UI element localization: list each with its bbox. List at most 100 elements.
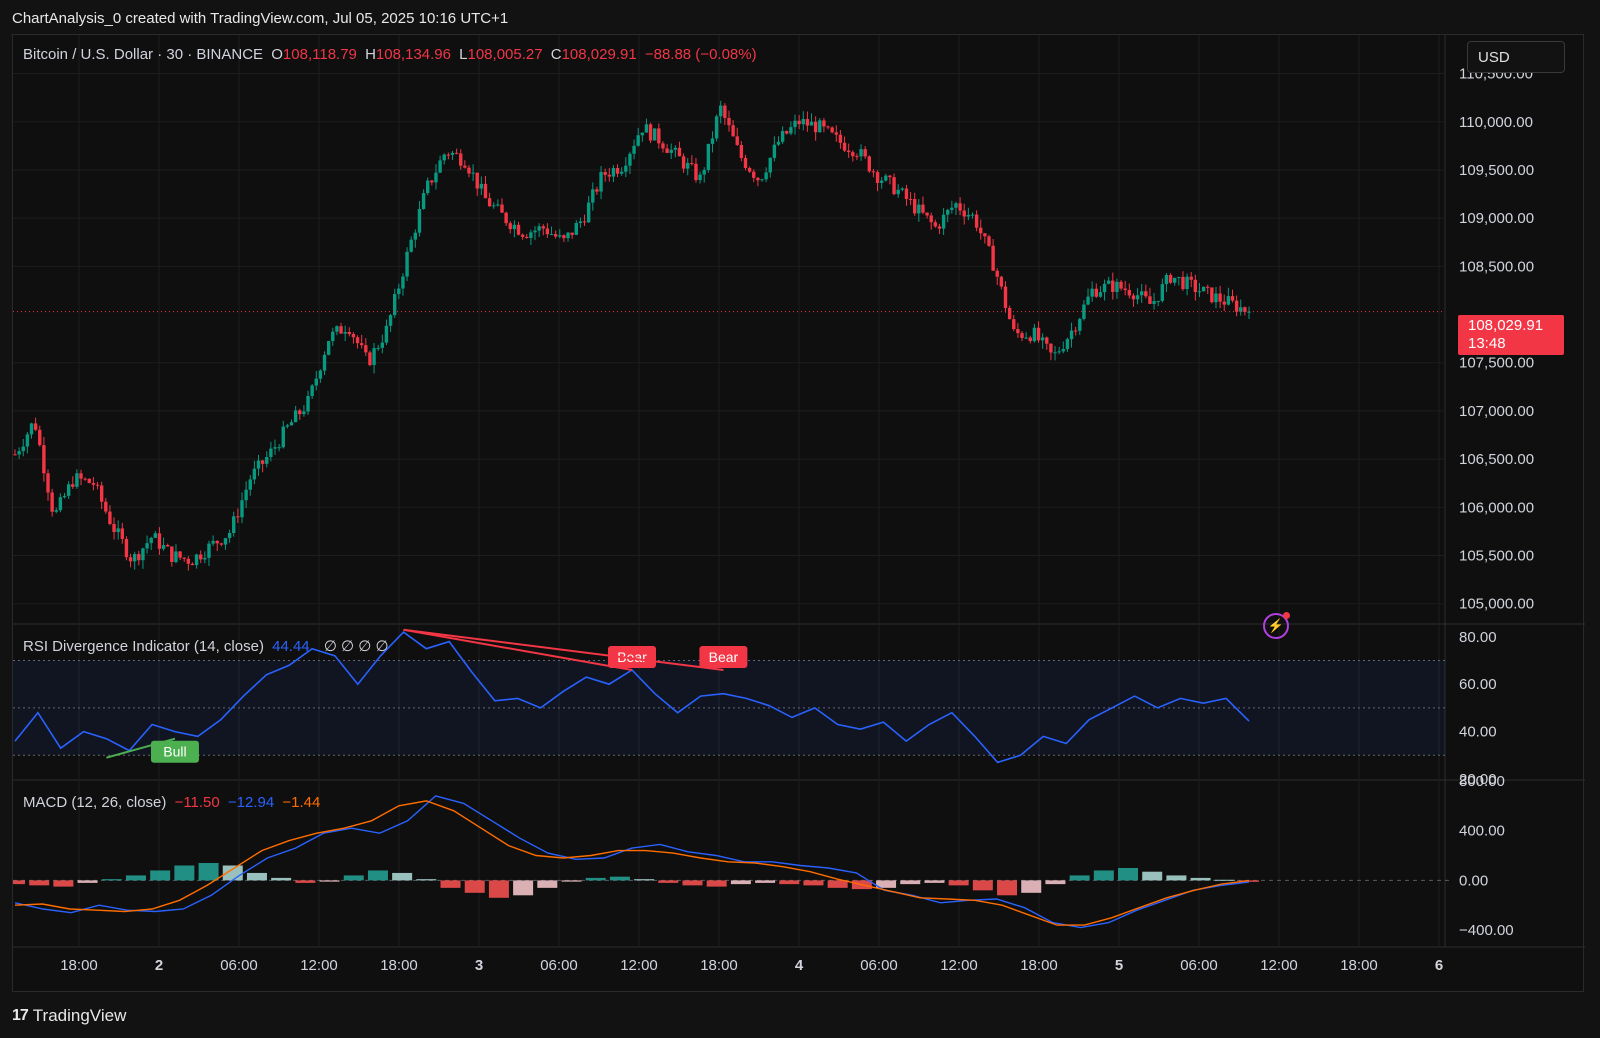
candle [855,153,859,161]
candle-body [727,117,731,126]
candle [50,488,54,517]
candle-body [289,422,294,426]
x-tick-label: 18:00 [380,957,418,974]
chart-svg[interactable]: 18:00 2 06:00 12:00 18:00 3 06:00 12:00 18:00 4 06… [13,35,1585,993]
candle [1094,283,1098,298]
candle-body [908,198,913,200]
candle-body [566,232,570,239]
candle-body [1177,276,1181,278]
candle [430,180,434,186]
macd-hist-bar [319,880,340,882]
candle-body [694,163,698,181]
candle-body [1049,343,1053,353]
x-tick-label: 06:00 [860,957,898,974]
candle [285,423,290,429]
candle [669,143,673,159]
candle-body [1222,301,1226,305]
candle-body [372,348,376,366]
candle-body [1073,330,1078,332]
candle-body [306,395,310,412]
candle [1115,278,1119,299]
macd-tick-label: 0.00 [1459,872,1488,889]
candle-body [1123,288,1127,291]
candle [797,115,801,130]
candle-body [314,378,318,386]
macd-hist-bar [537,880,558,888]
candle [706,143,711,173]
candle [756,176,760,187]
price-tick-label: 108,500.00 [1459,258,1534,275]
candle [75,469,79,489]
candle-body [1218,293,1222,302]
candle [54,507,58,514]
candle-body [723,105,727,118]
candle [1061,341,1065,354]
candle-body [99,485,104,502]
candle-body [917,204,921,214]
candle [809,113,814,126]
candle [925,212,929,219]
macd-hist-bar [803,880,824,886]
candle-body [459,153,463,166]
candle-body [1061,349,1065,352]
chart-area[interactable]: 18:00 2 06:00 12:00 18:00 3 06:00 12:00 18:00 4 06… [12,34,1585,993]
candle-body [178,551,182,558]
tv-logo-icon: 17 [12,1007,29,1024]
candle [698,171,702,184]
candle [731,120,735,137]
x-tick-label: 3 [475,957,483,974]
candle [38,425,42,447]
lightning-icon[interactable]: ⚡ [1263,612,1290,639]
candle [838,130,843,149]
candle-body [401,276,405,289]
high-value: 108,134.96 [375,46,451,63]
candle-body [236,516,240,518]
x-tick-label: 06:00 [220,957,258,974]
rsi-legend: RSI Divergence Indicator (14, close) 44.… [23,637,393,655]
candle-body [479,183,484,189]
candle [256,454,261,476]
macd-hist-bar [972,880,993,891]
macd-hist-bar [416,879,437,881]
candle [124,536,129,561]
candle [500,198,504,213]
open-value: 108,118.79 [282,46,357,63]
macd-hist-bar [561,880,582,882]
macd-hist-bar [1166,875,1187,881]
candle [846,143,851,158]
macd-line-value: −12.94 [227,794,275,811]
candle-body [302,411,306,415]
candle-body [780,131,785,142]
candle [710,131,715,153]
candle [743,154,748,171]
rsi-tick-label: 60.00 [1459,676,1497,693]
candle [867,155,872,173]
candle [582,214,587,226]
bull-label: Bull [163,744,186,760]
candle-body [153,533,158,538]
candle [471,164,475,182]
candle [694,157,698,183]
price-tick-label: 107,000.00 [1459,403,1534,420]
candle-body [343,332,347,334]
candle-body [558,235,562,237]
candle-body [1131,295,1136,300]
candle-body [75,473,79,487]
candle-body [809,121,814,126]
candle [421,189,426,210]
candle [380,334,385,354]
candle [842,136,847,153]
candle-body [665,148,669,153]
macd-hist-bar [585,877,606,881]
macd-histogram [13,863,1259,898]
macd-hist-value: −11.50 [174,794,220,811]
candle-body [892,177,896,195]
candle [562,234,566,243]
candle-body [636,135,640,146]
candle [79,469,83,486]
candle [244,481,248,508]
candle [776,136,781,146]
candle-body [91,482,96,485]
candle [1181,271,1185,291]
currency-selector[interactable]: USD [1467,41,1565,73]
